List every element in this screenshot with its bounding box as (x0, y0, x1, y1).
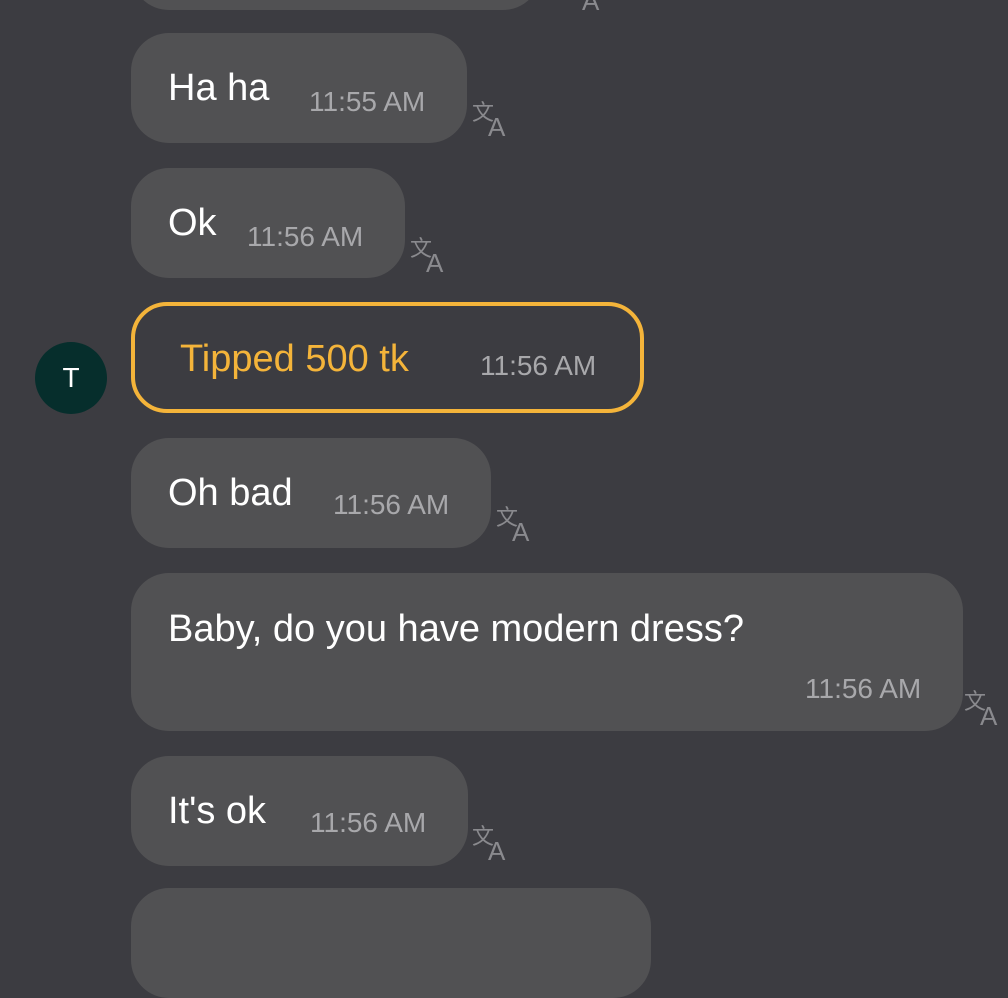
message-bubble-partial-top (131, 0, 541, 10)
message-bubble[interactable]: Oh bad 11:56 AM (131, 438, 491, 548)
message-text: It's ok (168, 790, 267, 832)
tip-text: Tipped 500 tk (180, 338, 409, 380)
message-text: Ha ha (168, 67, 270, 109)
message-bubble-partial-bottom (131, 888, 651, 998)
svg-text:A: A (512, 517, 530, 545)
message-bubble[interactable]: Ok 11:56 AM (131, 168, 405, 278)
avatar[interactable]: T (35, 342, 107, 414)
tip-timestamp: 11:56 AM (480, 350, 597, 381)
message-timestamp: 11:56 AM (310, 807, 427, 838)
avatar-initial: T (62, 362, 80, 393)
message-bubble[interactable]: Baby, do you have modern dress? 11:56 AM (131, 573, 963, 731)
translate-icon[interactable]: 文A (564, 0, 610, 14)
message-timestamp: 11:56 AM (805, 673, 922, 704)
svg-text:A: A (488, 836, 506, 864)
svg-text:A: A (582, 0, 600, 14)
message-timestamp: 11:56 AM (247, 221, 364, 252)
translate-icon[interactable]: 文A (470, 98, 516, 140)
translate-icon[interactable]: 文A (962, 687, 1008, 729)
svg-text:A: A (980, 701, 998, 729)
message-bubble[interactable]: Ha ha 11:55 AM (131, 33, 467, 143)
message-timestamp: 11:56 AM (333, 489, 450, 520)
translate-icon[interactable]: 文A (470, 822, 516, 864)
message-timestamp: 11:55 AM (309, 86, 426, 117)
svg-text:A: A (426, 248, 444, 276)
translate-icon[interactable]: 文A (494, 503, 540, 545)
translate-icon[interactable]: 文A (408, 234, 454, 276)
message-bubble[interactable]: It's ok 11:56 AM (131, 756, 468, 866)
svg-text:A: A (488, 112, 506, 140)
tip-bubble[interactable]: Tipped 500 tk 11:56 AM (131, 302, 644, 413)
message-text: Baby, do you have modern dress? (168, 608, 744, 650)
message-text: Ok (168, 202, 217, 244)
message-text: Oh bad (168, 472, 293, 514)
